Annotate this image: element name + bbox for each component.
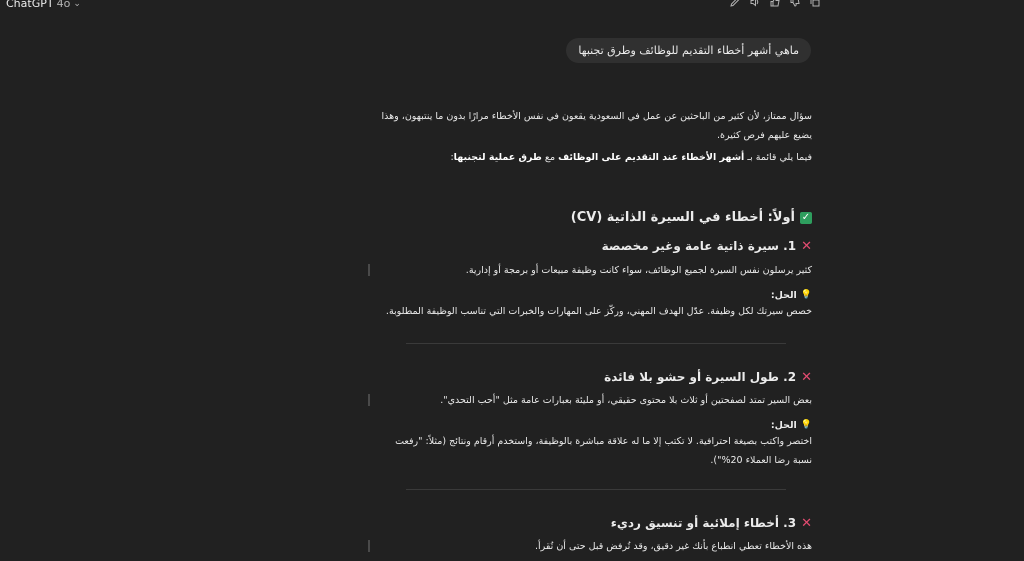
list-intro-bold1: أشهر الأخطاء عند التقديم على الوظائف bbox=[558, 152, 745, 163]
section-heading: ✓ أولاً: أخطاء في السيرة الذاتية (CV) bbox=[571, 208, 812, 227]
speaker-icon[interactable] bbox=[749, 0, 761, 8]
section-title: أولاً: أخطاء في السيرة الذاتية (CV) bbox=[570, 210, 795, 225]
item-heading-1: ✕ 1. سيرة ذاتية عامة وغير مخصصة bbox=[602, 237, 812, 256]
item-problem-text-1: كثير يرسلون نفس السيرة لجميع الوظائف، سو… bbox=[465, 265, 812, 276]
app-name: ChatGPT bbox=[6, 0, 54, 10]
item-problem-3: هذه الأخطاء تعطي انطباع بأنك غير دقيق، و… bbox=[368, 537, 812, 556]
copy-icon[interactable] bbox=[809, 0, 821, 8]
list-intro-pre: فيما يلي قائمة بـ bbox=[744, 152, 812, 163]
item-solution-2: اختصر واكتب بصيغة احترافية. لا تكتب إلا … bbox=[380, 432, 812, 470]
quote-bar bbox=[368, 540, 370, 552]
cross-mark-icon: ✕ bbox=[801, 370, 812, 385]
model-version: 4o bbox=[56, 0, 71, 10]
item-title-3: 3. أخطاء إملائية أو تنسيق رديء bbox=[610, 516, 797, 530]
top-bar: ChatGPT 4o ⌄ bbox=[0, 0, 1024, 12]
item-problem-2: بعض السير تمتد لصفحتين أو ثلاث بلا محتوى… bbox=[368, 391, 812, 410]
item-solution-text-1: خصص سيرتك لكل وظيفة. عدّل الهدف المهني، … bbox=[385, 306, 812, 317]
message-actions bbox=[729, 0, 821, 8]
quote-bar bbox=[368, 264, 370, 276]
model-switcher[interactable]: ChatGPT 4o ⌄ bbox=[6, 0, 81, 10]
item-solution-text-2: اختصر واكتب بصيغة احترافية. لا تكتب إلا … bbox=[395, 436, 812, 466]
thumbs-up-icon[interactable] bbox=[769, 0, 781, 8]
item-problem-text-3: هذه الأخطاء تعطي انطباع بأنك غير دقيق، و… bbox=[534, 541, 812, 552]
item-solution-1: خصص سيرتك لكل وظيفة. عدّل الهدف المهني، … bbox=[380, 302, 812, 321]
user-message-text: ماهي أشهر أخطاء التقديم للوظائف وطرق تجن… bbox=[578, 44, 799, 57]
check-mark-icon: ✓ bbox=[800, 211, 812, 224]
item-problem-text-2: بعض السير تمتد لصفحتين أو ثلاث بلا محتوى… bbox=[440, 395, 812, 406]
item-problem-1: كثير يرسلون نفس السيرة لجميع الوظائف، سو… bbox=[368, 261, 812, 280]
list-intro-bold2: طرق عملية لتجنبها bbox=[453, 152, 542, 163]
divider bbox=[406, 489, 786, 490]
cross-mark-icon: ✕ bbox=[801, 239, 812, 254]
item-heading-2: ✕ 2. طول السيرة أو حشو بلا فائدة bbox=[604, 368, 812, 387]
item-title-1: 1. سيرة ذاتية عامة وغير مخصصة bbox=[601, 239, 797, 253]
item-title-2: 2. طول السيرة أو حشو بلا فائدة bbox=[604, 370, 797, 384]
answer-intro: سؤال ممتاز، لأن كثير من الباحثين عن عمل … bbox=[381, 111, 812, 141]
divider bbox=[406, 343, 786, 344]
quote-bar bbox=[368, 394, 370, 406]
edit-icon[interactable] bbox=[729, 0, 741, 8]
thumbs-down-icon[interactable] bbox=[789, 0, 801, 8]
answer-list-intro: فيما يلي قائمة بـ أشهر الأخطاء عند التقد… bbox=[380, 148, 812, 167]
list-intro-mid: مع bbox=[541, 152, 559, 163]
user-message-bubble: ماهي أشهر أخطاء التقديم للوظائف وطرق تجن… bbox=[566, 38, 811, 63]
cross-mark-icon: ✕ bbox=[801, 516, 812, 531]
item-heading-3: ✕ 3. أخطاء إملائية أو تنسيق رديء bbox=[611, 514, 812, 533]
chevron-down-icon: ⌄ bbox=[73, 0, 81, 9]
